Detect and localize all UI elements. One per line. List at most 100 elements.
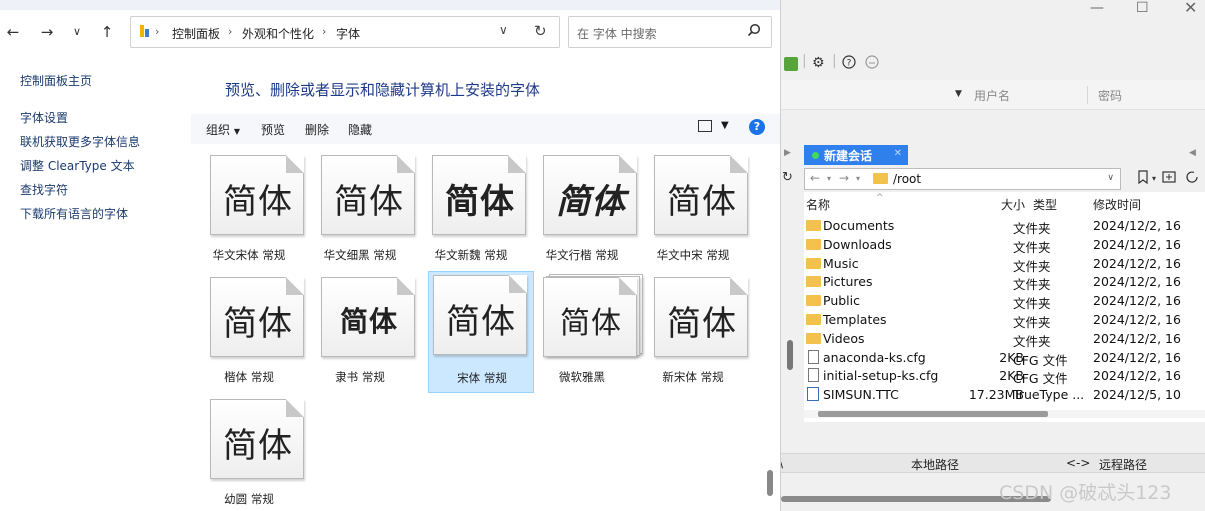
- back-icon[interactable]: ←: [810, 171, 820, 185]
- address-bar[interactable]: › 控制面板 › 外观和个性化 › 字体 ∨ ↻: [130, 16, 560, 48]
- font-item-youyuan[interactable]: 简体 幼圆 常规: [196, 395, 304, 511]
- column-header-mtime[interactable]: 修改时间: [1093, 196, 1141, 213]
- site-manager-icon[interactable]: [784, 57, 798, 71]
- search-icon[interactable]: [747, 23, 761, 41]
- table-row[interactable]: Public 文件夹 2024/12/2, 16: [804, 291, 1205, 311]
- chevron-down-icon[interactable]: ∨: [1107, 173, 1114, 183]
- maximize-icon[interactable]: ☐: [1136, 0, 1149, 16]
- username-input[interactable]: 用户名: [974, 87, 1010, 104]
- font-item-huawen-xinwei[interactable]: 简体 华文新魏 常规: [418, 151, 526, 273]
- close-icon[interactable]: ✕: [894, 148, 902, 159]
- breadcrumb-item-control-panel[interactable]: 控制面板: [172, 25, 220, 42]
- font-item-lishu[interactable]: 简体 隶书 常规: [307, 273, 415, 395]
- column-remote-path[interactable]: 远程路径: [1099, 456, 1147, 473]
- sidebar-link-font-settings[interactable]: 字体设置: [20, 109, 68, 126]
- tab-scroll-left-icon[interactable]: ▶: [784, 148, 791, 158]
- file-mtime: 2024/12/2, 16: [1093, 236, 1181, 252]
- font-item-kaiti[interactable]: 简体 楷体 常规: [196, 273, 304, 395]
- font-item-huawen-zhongsong[interactable]: 简体 华文中宋 常规: [640, 151, 748, 273]
- font-item-huawen-songti[interactable]: 简体 华文宋体 常规: [196, 151, 304, 273]
- font-item-songti[interactable]: 简体 宋体 常规: [428, 271, 534, 393]
- font-item-xinsongti[interactable]: 简体 新宋体 常规: [640, 273, 748, 395]
- tab-scroll-right-icon[interactable]: ◀: [1189, 148, 1196, 158]
- horizontal-scrollbar[interactable]: [804, 410, 1205, 418]
- chevron-down-icon[interactable]: ▾: [1152, 174, 1156, 183]
- table-row[interactable]: Documents 文件夹 2024/12/2, 16: [804, 216, 1205, 236]
- font-preview: 简体: [667, 304, 737, 344]
- back-button[interactable]: ←: [2, 20, 24, 44]
- svg-text:?: ?: [847, 59, 852, 69]
- breadcrumb-item-appearance[interactable]: 外观和个性化: [242, 25, 314, 42]
- file-mtime: 2024/12/5, 10: [1093, 387, 1181, 403]
- table-row[interactable]: Templates 文件夹 2024/12/2, 16: [804, 310, 1205, 330]
- table-row[interactable]: anaconda-ks.cfg 2KB CFG 文件 2024/12/2, 16: [804, 348, 1205, 368]
- sync-icon[interactable]: [1185, 170, 1199, 188]
- view-options-icon[interactable]: [698, 120, 712, 132]
- file-mtime: 2024/12/2, 16: [1093, 312, 1181, 327]
- expand-icon[interactable]: \: [781, 456, 783, 470]
- ftp-toolbar: | ⚙ | ?: [781, 52, 1205, 76]
- chevron-down-icon[interactable]: ∨: [499, 23, 508, 37]
- font-item-huawen-xihei[interactable]: 简体 华文细黑 常规: [307, 151, 415, 273]
- sidebar-link-cleartype[interactable]: 调整 ClearType 文本: [20, 157, 135, 174]
- gear-icon[interactable]: ⚙: [812, 55, 825, 71]
- table-row[interactable]: Videos 文件夹 2024/12/2, 16: [804, 329, 1205, 349]
- column-local-path[interactable]: 本地路径: [911, 456, 959, 473]
- up-button[interactable]: ↑: [96, 20, 118, 44]
- search-input[interactable]: 在 字体 中搜索: [577, 25, 657, 42]
- remote-file-list[interactable]: 名称 ^ 大小 类型 修改时间 Documents 文件夹 2024/12/2, 1…: [804, 192, 1205, 422]
- chevron-down-icon[interactable]: ▼: [721, 120, 729, 131]
- forward-button[interactable]: →: [36, 20, 58, 44]
- watermark: CSDN @破忒头123: [999, 482, 1172, 504]
- column-header-name[interactable]: 名称 ^: [806, 193, 884, 213]
- hide-button[interactable]: 隐藏: [348, 121, 372, 138]
- forward-icon[interactable]: →: [839, 171, 849, 185]
- font-item-microsoft-yahei[interactable]: 简体 微软雅黑: [529, 273, 643, 395]
- page-title: 预览、删除或者显示和隐藏计算机上安装的字体: [225, 81, 541, 99]
- refresh-icon[interactable]: ↻: [534, 22, 547, 40]
- chevron-down-icon[interactable]: ▾: [827, 174, 831, 183]
- table-row[interactable]: Pictures 文件夹 2024/12/2, 16: [804, 272, 1205, 292]
- minimize-icon[interactable]: —: [1090, 0, 1104, 16]
- table-row[interactable]: initial-setup-ks.cfg 2KB CFG 文件 2024/12/2, …: [804, 366, 1205, 386]
- remote-path-input[interactable]: /root: [893, 172, 921, 186]
- preview-button[interactable]: 预览: [261, 121, 285, 138]
- font-item-huawen-xingkai[interactable]: 简体 华文行楷 常规: [529, 151, 637, 273]
- new-folder-icon[interactable]: [1162, 170, 1176, 188]
- folder-icon: [806, 314, 821, 325]
- remote-path-bar[interactable]: ← ▾ → ▾ /root ∨: [804, 168, 1121, 190]
- chevron-down-icon[interactable]: ▼: [955, 89, 962, 99]
- search-box[interactable]: 在 字体 中搜索: [568, 16, 772, 48]
- vertical-scrollbar[interactable]: [787, 340, 793, 370]
- sidebar-home-link[interactable]: 控制面板主页: [20, 72, 92, 89]
- sidebar-link-download-fonts[interactable]: 下载所有语言的字体: [20, 205, 128, 222]
- table-row[interactable]: SIMSUN.TTC 17.23MB TrueType ... 2024/12/5, …: [804, 385, 1205, 404]
- recent-locations-button[interactable]: ∨: [66, 20, 88, 44]
- tab-new-session[interactable]: 新建会话 ✕: [804, 145, 908, 165]
- refresh-icon[interactable]: ↻: [782, 170, 793, 185]
- folder-icon: [806, 295, 821, 307]
- column-header-type[interactable]: 类型: [1033, 196, 1057, 213]
- close-icon[interactable]: ✕: [1184, 0, 1197, 17]
- password-input[interactable]: 密码: [1098, 87, 1122, 104]
- chat-icon[interactable]: [865, 55, 879, 73]
- table-row[interactable]: Downloads 文件夹 2024/12/2, 16: [804, 235, 1205, 255]
- vertical-scrollbar[interactable]: [767, 470, 773, 496]
- bookmark-icon[interactable]: [1136, 170, 1150, 188]
- font-item-label: 新宋体 常规: [662, 370, 724, 384]
- sidebar-link-find-character[interactable]: 查找字符: [20, 181, 68, 198]
- breadcrumb-item-fonts[interactable]: 字体: [336, 25, 360, 42]
- help-icon[interactable]: ?: [842, 55, 856, 73]
- column-header-size[interactable]: 大小: [1001, 196, 1025, 213]
- organize-button[interactable]: 组织 ▼: [206, 121, 240, 138]
- file-mtime: 2024/12/2, 16: [1093, 293, 1181, 309]
- delete-button[interactable]: 删除: [305, 121, 329, 138]
- table-row[interactable]: Music 文件夹 2024/12/2, 16: [804, 254, 1205, 274]
- chevron-down-icon[interactable]: ▾: [856, 174, 860, 183]
- scrollbar-thumb[interactable]: [818, 411, 1048, 417]
- divider: [1087, 86, 1088, 104]
- column-direction[interactable]: <->: [1066, 456, 1090, 470]
- sidebar-link-online-fonts[interactable]: 联机获取更多字体信息: [20, 133, 140, 150]
- breadcrumb-separator: ›: [322, 25, 327, 38]
- help-icon[interactable]: ?: [749, 119, 765, 135]
